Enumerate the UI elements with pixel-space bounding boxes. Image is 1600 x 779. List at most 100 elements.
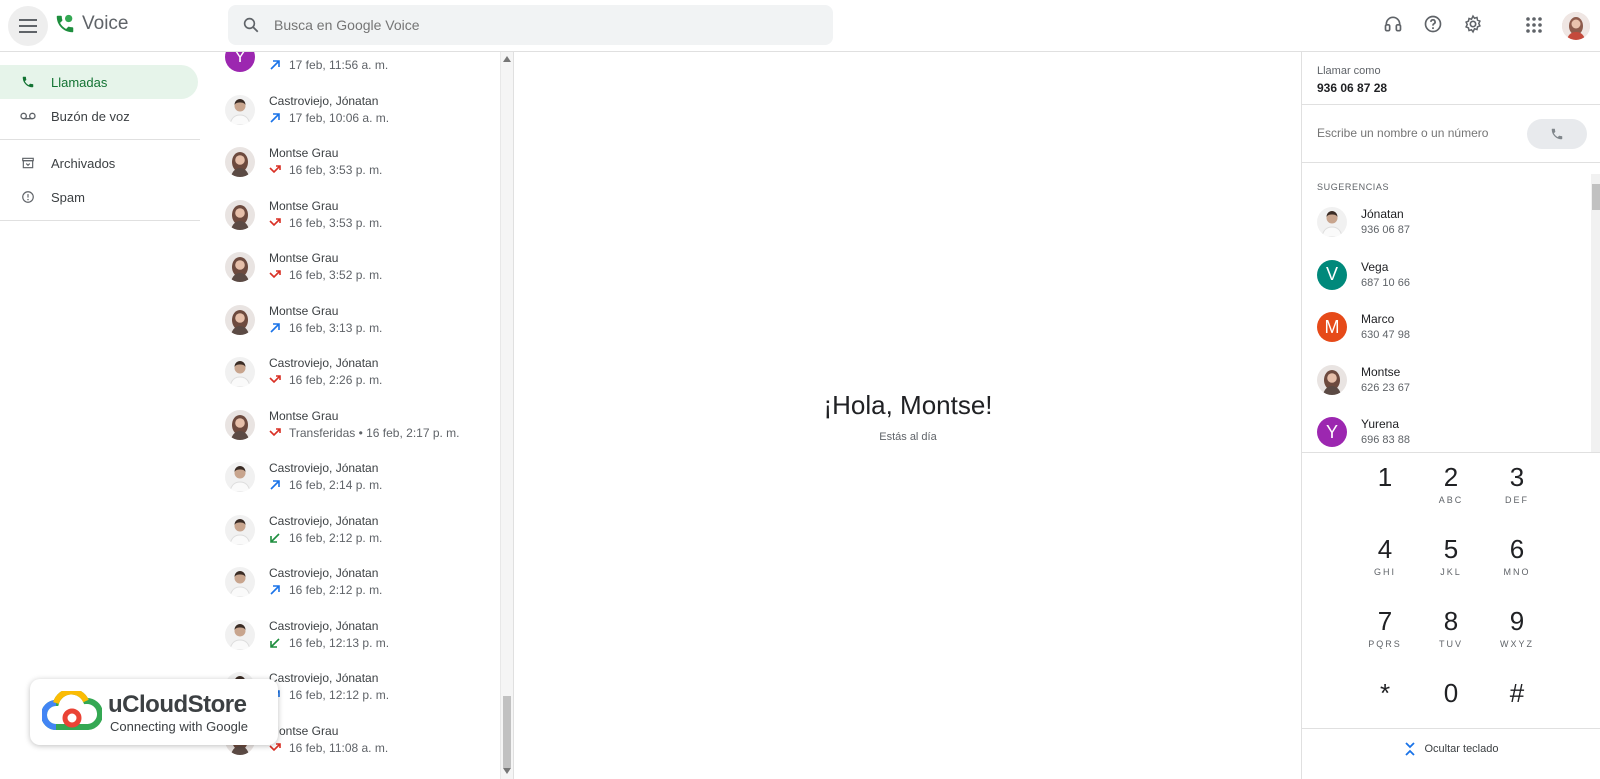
call-history-item[interactable]: Castroviejo, Jónatan 16 feb, 2:12 p. m. (200, 507, 490, 560)
call-button[interactable] (1527, 119, 1587, 149)
dial-key-digit: 0 (1443, 678, 1459, 708)
nav-item-spam[interactable]: Spam (0, 180, 200, 214)
dial-key[interactable]: 5 JKL (1418, 534, 1484, 596)
call-meta: 16 feb, 2:26 p. m. (269, 373, 382, 387)
phone-icon (1551, 128, 1563, 140)
dial-key[interactable]: 8 TUV (1418, 606, 1484, 668)
avatar (225, 514, 255, 545)
dial-key-letters: TUV (1439, 639, 1463, 649)
dial-key[interactable]: 2 ABC (1418, 462, 1484, 524)
nav-divider (0, 139, 200, 140)
call-history-item[interactable]: Montse Grau Transferidas • 16 feb, 2:17 p… (200, 402, 490, 455)
call-history-item[interactable]: Montse Grau 16 feb, 3:52 p. m. (200, 244, 490, 297)
suggestions-scroll-thumb[interactable] (1592, 184, 1600, 210)
call-history-item[interactable]: Castroviejo, Jónatan 17 feb, 10:06 a. m. (200, 87, 490, 140)
voice-logo[interactable]: Voice (54, 13, 128, 35)
outgoing-call-icon (269, 59, 283, 71)
caller-name: Castroviejo, Jónatan (269, 93, 379, 108)
dial-key[interactable]: 9 WXYZ (1484, 606, 1550, 668)
account-avatar[interactable] (1562, 12, 1590, 40)
greeting-title: ¡Hola, Montse! (823, 390, 993, 420)
missed-call-icon (269, 374, 283, 386)
call-list-scrollbar[interactable] (500, 52, 513, 779)
dial-key-letters: GHI (1373, 567, 1396, 577)
call-history-item[interactable]: Montse Grau 16 feb, 3:53 p. m. (200, 192, 490, 245)
caller-name: Montse Grau (269, 251, 339, 265)
call-meta: 16 feb, 11:08 a. m. (269, 741, 388, 755)
call-meta: 16 feb, 2:14 p. m. (269, 478, 382, 492)
settings-icon[interactable] (1463, 14, 1483, 39)
avatar (225, 147, 255, 177)
dial-key[interactable]: * (1352, 678, 1418, 740)
dial-key[interactable]: 7 PQRS (1352, 606, 1418, 668)
outgoing-call-icon (269, 584, 283, 596)
call-time: Transferidas • 16 feb, 2:17 p. m. (289, 425, 460, 440)
suggestion-name: Vega (1361, 259, 1389, 274)
suggestion-number: 696 83 88 (1361, 434, 1410, 446)
nav-item-archived[interactable]: Archivados (0, 146, 200, 180)
call-history-item[interactable]: Montse Grau 16 feb, 3:53 p. m. (200, 139, 490, 192)
nav-item-calls[interactable]: Llamadas (0, 65, 198, 99)
dialer-divider (1302, 728, 1600, 729)
call-meta: 16 feb, 3:13 p. m. (269, 321, 382, 335)
dial-key-letters: MNO (1503, 567, 1531, 577)
suggestion-item[interactable]: Jónatan 936 06 87 (1302, 200, 1587, 253)
caller-name: Montse Grau (269, 198, 339, 213)
avatar (225, 409, 255, 440)
dial-input[interactable] (1317, 126, 1517, 140)
call-history-item[interactable]: Castroviejo, Jónatan 16 feb, 12:13 p. m. (200, 612, 490, 665)
suggestions-scrollbar[interactable] (1591, 174, 1600, 452)
avatar (225, 619, 255, 650)
call-history-item[interactable]: Montse Grau 16 feb, 3:13 p. m. (200, 297, 490, 350)
hide-keyboard-label: Ocultar teclado (1424, 743, 1499, 755)
avatar: M (1317, 312, 1347, 342)
help-icon[interactable] (1423, 14, 1443, 39)
call-as-label: Llamar como (1317, 65, 1381, 77)
suggestion-item[interactable]: Montse 626 23 67 (1302, 358, 1587, 411)
missed-call-icon (269, 164, 283, 176)
spam-icon (20, 190, 36, 204)
call-as-number[interactable]: 936 06 87 28 (1317, 81, 1387, 95)
call-history-item[interactable]: Y Yurena Sánchez 17 feb, 11:56 a. m. (200, 52, 490, 87)
call-history-item[interactable]: Castroviejo, Jónatan 16 feb, 2:14 p. m. (200, 454, 490, 507)
main-menu-button[interactable] (8, 6, 48, 46)
search-bar[interactable] (228, 5, 833, 45)
nav-item-voicemail[interactable]: Buzón de voz (0, 99, 200, 133)
suggestion-name: Montse (1361, 364, 1401, 379)
call-history-item[interactable]: Castroviejo, Jónatan 16 feb, 2:26 p. m. (200, 349, 490, 402)
call-time: 16 feb, 11:08 a. m. (289, 740, 389, 755)
call-time: 16 feb, 3:13 p. m. (289, 320, 383, 335)
call-list-scroll-thumb[interactable] (503, 696, 511, 768)
caller-name: Castroviejo, Jónatan (269, 356, 379, 370)
dial-key-digit: # (1509, 678, 1525, 708)
archive-icon (20, 156, 36, 170)
dial-key[interactable]: 1 (1352, 462, 1418, 524)
avatar (225, 252, 255, 282)
dial-key[interactable]: 4 GHI (1352, 534, 1418, 596)
suggestion-item[interactable]: V Vega 687 10 66 (1302, 253, 1587, 306)
hide-keyboard-button[interactable]: Ocultar teclado (1302, 742, 1600, 756)
dial-key[interactable]: # (1484, 678, 1550, 740)
dial-key[interactable]: 0 (1418, 678, 1484, 740)
caller-name: Castroviejo, Jónatan (269, 513, 379, 528)
search-input[interactable] (274, 17, 774, 33)
apps-icon[interactable] (1526, 17, 1542, 38)
phone-icon (20, 75, 36, 89)
menu-icon (19, 19, 37, 33)
caller-name: Castroviejo, Jónatan (269, 461, 379, 475)
dial-key-letters: DEF (1505, 495, 1529, 505)
avatar: V (1317, 259, 1347, 290)
suggestion-item[interactable]: Y Yurena 696 83 88 (1302, 410, 1587, 463)
dial-key[interactable]: 3 DEF (1484, 462, 1550, 524)
suggestion-item[interactable]: M Marco 630 47 98 (1302, 305, 1587, 358)
avatar (1317, 207, 1347, 237)
headset-icon[interactable] (1383, 14, 1403, 39)
call-meta: 16 feb, 2:12 p. m. (269, 583, 382, 597)
avatar (225, 567, 255, 597)
dial-key[interactable]: 6 MNO (1484, 534, 1550, 596)
call-history-item[interactable]: Castroviejo, Jónatan 16 feb, 2:12 p. m. (200, 559, 490, 612)
call-time: 16 feb, 2:12 p. m. (289, 583, 383, 597)
avatar: Y (225, 52, 255, 72)
dialer-divider (1302, 104, 1600, 105)
avatar (225, 304, 255, 335)
